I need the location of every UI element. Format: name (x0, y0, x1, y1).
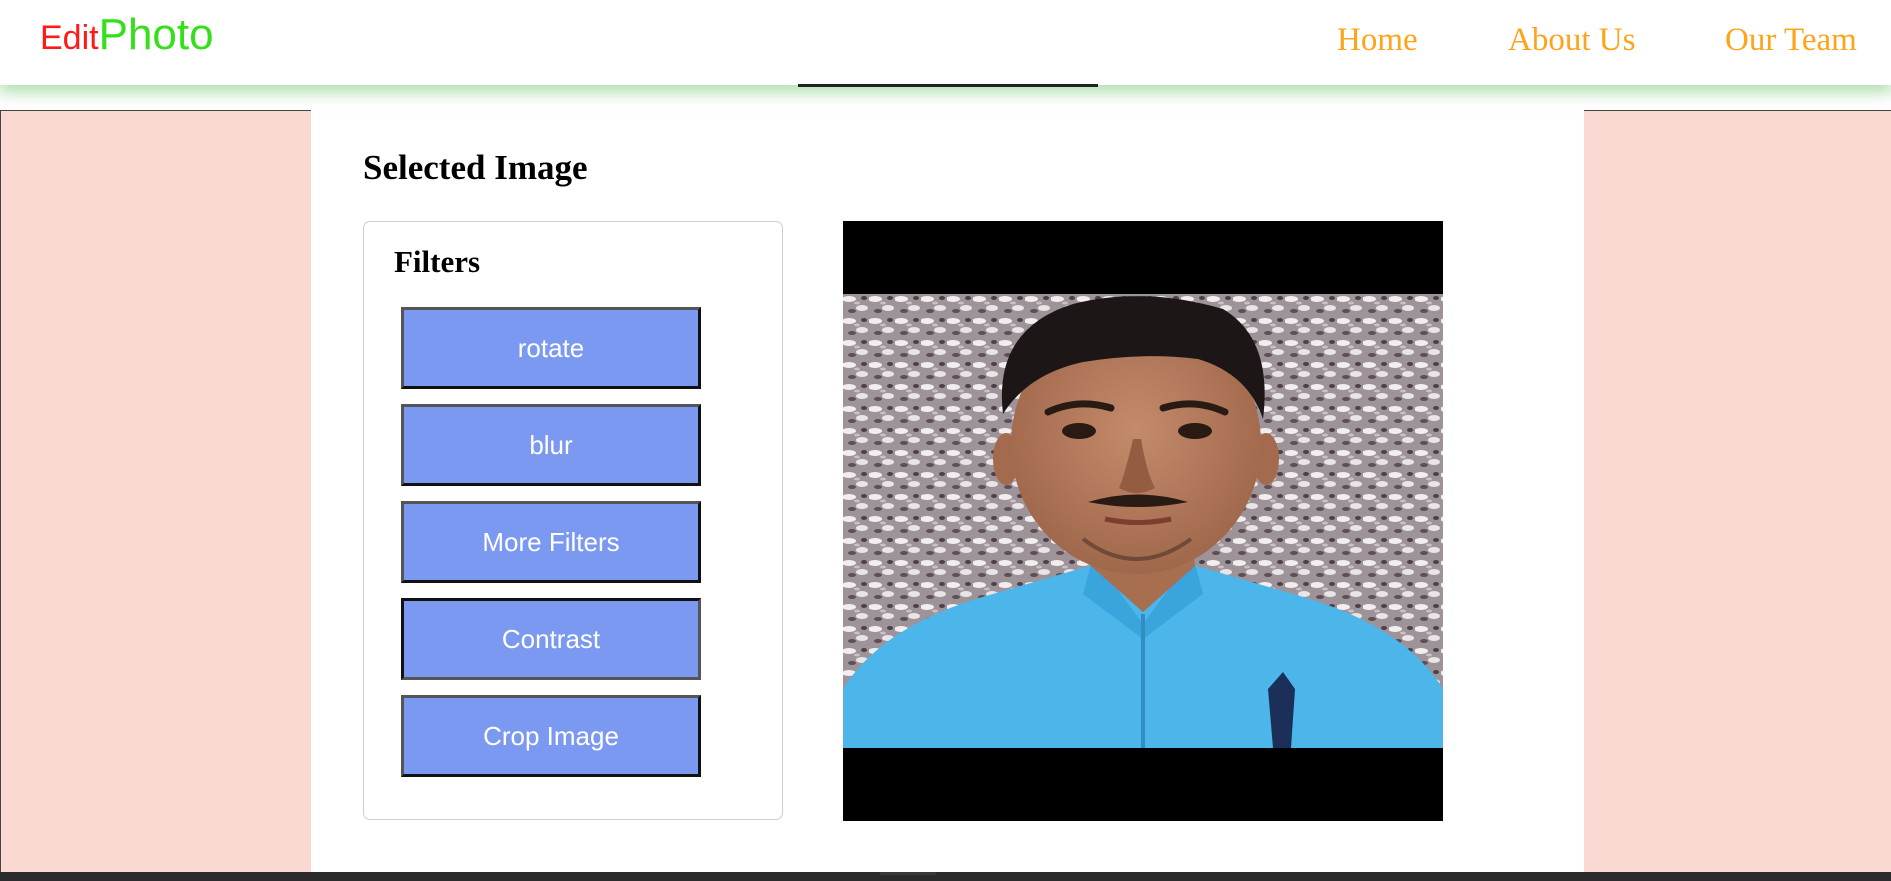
brand-logo-edit: Edit (40, 19, 99, 57)
filters-panel: Filters rotate blur More Filters Contras… (363, 221, 783, 820)
taskbar-handle (880, 872, 936, 875)
editor-card: Selected Image Filters rotate blur More … (311, 110, 1584, 872)
page-title: Selected Image (363, 148, 588, 187)
nav-link-about-us[interactable]: About Us (1508, 22, 1635, 59)
crop-image-button[interactable]: Crop Image (401, 695, 701, 777)
filters-heading: Filters (394, 244, 481, 279)
rotate-button[interactable]: rotate (401, 307, 701, 389)
header-underline-divider (798, 84, 1098, 87)
bottom-taskbar (0, 872, 1891, 881)
portrait-photo (843, 294, 1443, 748)
brand-logo-photo: Photo (98, 10, 214, 59)
nav-link-home[interactable]: Home (1337, 22, 1418, 59)
nav-link-our-team[interactable]: Our Team (1725, 22, 1857, 59)
brand-logo[interactable]: EditPhoto (40, 10, 214, 60)
selected-image-preview (843, 221, 1443, 821)
blur-button[interactable]: blur (401, 404, 701, 486)
top-navbar: EditPhoto Home About Us Our Team (0, 0, 1891, 85)
more-filters-button[interactable]: More Filters (401, 501, 701, 583)
contrast-button[interactable]: Contrast (401, 598, 701, 680)
